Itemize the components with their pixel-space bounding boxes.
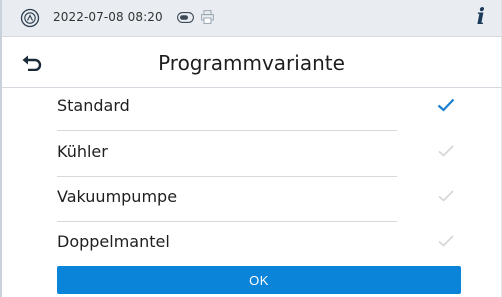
status-datetime: 2022-07-08 08:20 [53,10,163,24]
sterilizer-status-icon [20,8,40,28]
check-icon [438,235,454,247]
option-doppelmantel[interactable]: Doppelmantel [57,222,467,267]
check-icon [438,145,454,157]
option-kuehler[interactable]: Kühler [57,132,467,177]
status-bar: 2022-07-08 08:20 i [2,0,501,37]
option-label: Doppelmantel [57,232,170,251]
page-title: Programmvariante [158,51,345,75]
ok-button[interactable]: OK [57,266,461,294]
printer-icon [201,10,214,24]
storage-medium-icon [177,12,194,23]
check-icon-selected [437,98,455,112]
option-vakuumpumpe[interactable]: Vakuumpumpe [57,177,467,222]
check-icon [438,190,454,202]
option-label: Kühler [57,142,108,161]
option-standard[interactable]: Standard [57,86,467,131]
option-label: Standard [57,96,130,115]
option-label: Vakuumpumpe [57,187,178,206]
option-divider [57,130,397,131]
title-bar: Programmvariante [2,37,501,88]
info-icon[interactable]: i [477,4,485,30]
